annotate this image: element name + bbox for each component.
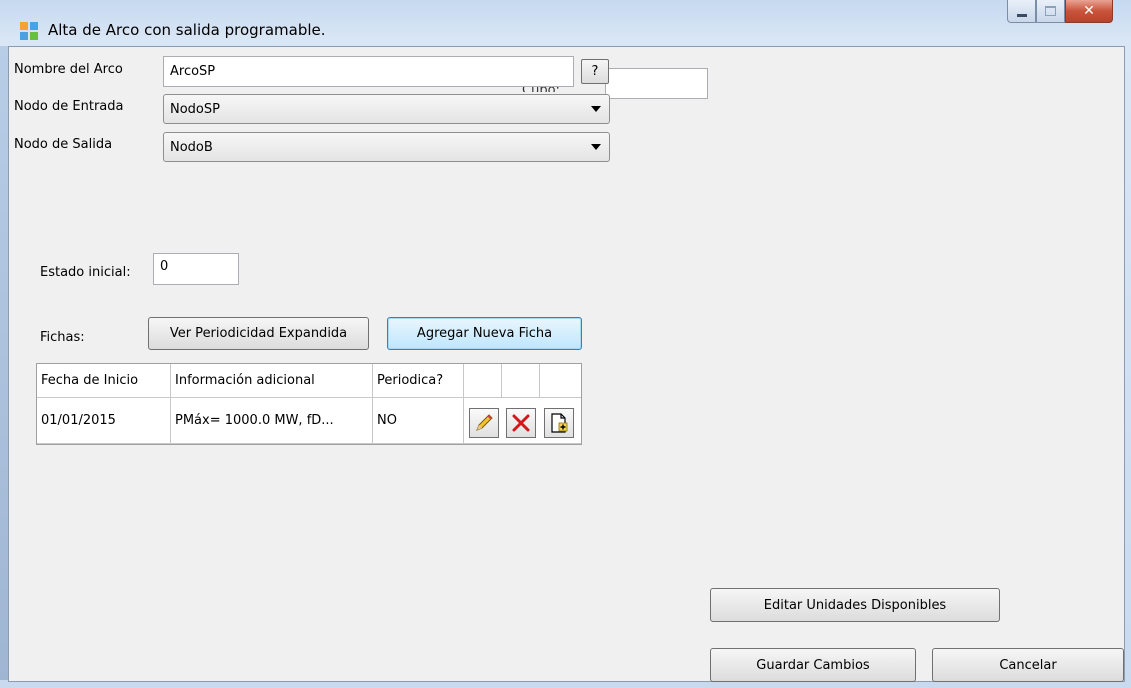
fichas-label: Fichas: — [40, 330, 85, 345]
nombre-arco-label: Nombre del Arco — [14, 62, 123, 77]
caption-buttons: ✕ — [1007, 0, 1113, 26]
nodo-salida-select[interactable]: NodoB — [163, 132, 610, 162]
nodo-salida-value: NodoB — [170, 139, 213, 155]
estado-inicial-label: Estado inicial: — [40, 265, 131, 280]
window-left-border — [0, 46, 8, 680]
agregar-ficha-button[interactable]: Agregar Nueva Ficha — [387, 317, 582, 350]
guardar-cambios-button[interactable]: Guardar Cambios — [710, 648, 916, 682]
maximize-button[interactable] — [1036, 0, 1065, 23]
app-icon — [20, 22, 38, 40]
fichas-table: Fecha de Inicio Información adicional Pe… — [36, 363, 582, 445]
ver-periodicidad-button[interactable]: Ver Periodicidad Expandida — [148, 317, 369, 350]
chevron-down-icon — [591, 144, 601, 150]
window-title: Alta de Arco con salida programable. — [48, 21, 326, 39]
nodo-salida-label: Nodo de Salida — [14, 137, 113, 152]
delete-button[interactable] — [506, 408, 536, 438]
title-bar[interactable]: Alta de Arco con salida programable. ✕ — [0, 0, 1131, 46]
clone-button[interactable] — [544, 408, 574, 438]
nombre-arco-input[interactable]: ArcoSP — [163, 56, 574, 87]
table-header-delete — [502, 364, 540, 398]
maximize-icon — [1045, 6, 1056, 16]
table-header-info: Información adicional — [171, 364, 373, 398]
close-icon: ✕ — [1083, 3, 1095, 19]
table-header-clone — [540, 364, 581, 398]
edit-button[interactable] — [469, 408, 499, 438]
close-button[interactable]: ✕ — [1065, 0, 1113, 23]
add-document-icon — [551, 413, 568, 433]
pencil-icon — [476, 414, 493, 431]
editar-unidades-button[interactable]: Editar Unidades Disponibles — [710, 588, 1000, 622]
nodo-entrada-label: Nodo de Entrada — [14, 99, 124, 114]
chevron-down-icon — [591, 106, 601, 112]
minimize-button[interactable] — [1007, 0, 1036, 23]
window: Alta de Arco con salida programable. ✕ N… — [0, 0, 1131, 688]
hidden-field[interactable] — [605, 68, 708, 99]
table-header-edit — [464, 364, 502, 398]
table-header-fecha: Fecha de Inicio — [37, 364, 171, 398]
table-cell-periodica[interactable]: NO — [373, 398, 464, 444]
estado-inicial-input[interactable]: 0 — [153, 253, 239, 285]
delete-x-icon — [512, 414, 530, 432]
table-cell-info[interactable]: PMáx= 1000.0 MW, fD... — [171, 398, 373, 444]
minimize-icon — [1016, 13, 1027, 17]
table-cell-fecha[interactable]: 01/01/2015 — [37, 398, 171, 444]
nodo-entrada-select[interactable]: NodoSP — [163, 94, 610, 124]
help-button[interactable]: ? — [581, 59, 609, 84]
nodo-entrada-value: NodoSP — [170, 101, 220, 117]
cancelar-button[interactable]: Cancelar — [932, 648, 1124, 682]
table-header-periodica: Periodica? — [373, 364, 464, 398]
